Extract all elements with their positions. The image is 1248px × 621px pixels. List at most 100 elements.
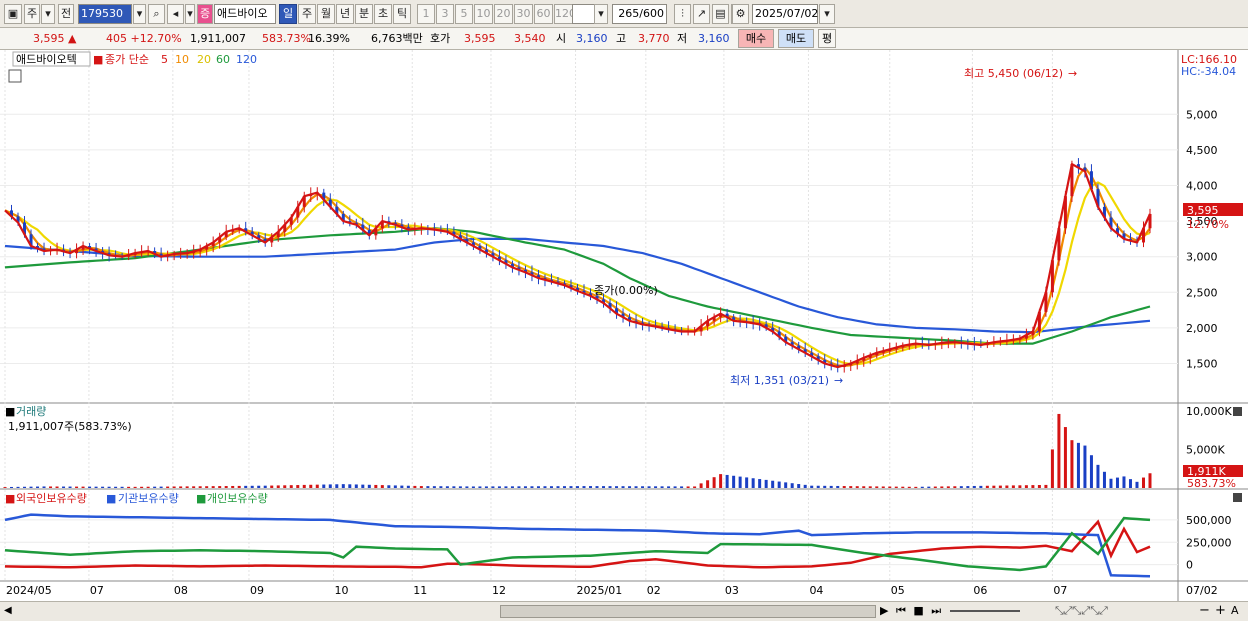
- date-input[interactable]: 2025/07/02: [752, 4, 818, 24]
- volume-bar: [706, 480, 710, 488]
- volume-bar: [888, 486, 892, 488]
- volume-bar: [289, 485, 293, 488]
- volume-bar: [1005, 485, 1009, 488]
- period-5[interactable]: 초: [374, 4, 392, 24]
- volume-bar: [263, 485, 267, 488]
- avg-button[interactable]: 평: [818, 29, 836, 48]
- period-3[interactable]: 년: [336, 4, 354, 24]
- auto-axis-icon[interactable]: A: [1231, 604, 1239, 617]
- chevron-down-icon[interactable]: ▾: [41, 4, 55, 24]
- volume-bar: [927, 486, 931, 488]
- code-dropdown-icon[interactable]: ▾: [133, 4, 146, 24]
- volume-bar: [660, 486, 664, 488]
- high-annotation: 최고 5,450 (06/12): [964, 67, 1063, 80]
- volume-bar: [777, 481, 781, 488]
- buy-button[interactable]: 매수: [738, 29, 774, 48]
- volume-bar: [517, 486, 521, 488]
- draw-icon[interactable]: ↗: [693, 4, 710, 24]
- volume-bar: [296, 485, 300, 488]
- volume-bar: [1018, 485, 1022, 488]
- zoom-slider[interactable]: [950, 610, 1020, 612]
- period-1[interactable]: 주: [298, 4, 316, 24]
- volume-bar: [432, 486, 436, 488]
- volume-bar: [1083, 445, 1087, 488]
- sound-icon[interactable]: ◂: [167, 4, 184, 24]
- search-icon[interactable]: ⌕: [148, 4, 165, 24]
- volume-bar: [784, 482, 788, 488]
- interval-1[interactable]: 1: [417, 4, 435, 24]
- volume-bar: [406, 485, 410, 488]
- scroll-thumb[interactable]: [500, 605, 876, 618]
- table-icon[interactable]: [8, 69, 22, 83]
- stock-code-input[interactable]: 179530: [78, 4, 132, 24]
- volume-bar: [1063, 427, 1067, 488]
- volume-bar: [712, 477, 716, 488]
- ma-period-20: 20: [197, 53, 211, 66]
- draw-tools-icon[interactable]: ⤡⤢⤡⤢⤡⤢: [1055, 604, 1108, 618]
- volume-close-icon[interactable]: [1233, 407, 1242, 416]
- scroll-left-icon[interactable]: ◀: [4, 605, 14, 618]
- price-change: 405 +12.70%: [106, 31, 182, 47]
- volume-bar: [764, 479, 768, 488]
- volume-bar: [1089, 455, 1093, 488]
- mid-annotation: 종가(0.00%): [594, 284, 658, 297]
- gear-icon[interactable]: ⚙: [732, 4, 749, 24]
- mode-selector[interactable]: 주: [24, 4, 40, 24]
- volume-bar: [1057, 413, 1061, 488]
- period-0[interactable]: 일: [279, 4, 297, 24]
- volume-bar: [140, 486, 144, 488]
- zoom-in-icon[interactable]: +: [1215, 603, 1226, 618]
- volume-bar: [504, 486, 508, 488]
- price-tick-label: 4,500: [1186, 144, 1218, 157]
- sell-button[interactable]: 매도: [778, 29, 814, 48]
- volume-bar: [380, 485, 384, 488]
- save-icon[interactable]: ▤: [712, 4, 729, 24]
- chart-type-icon[interactable]: ▣: [4, 4, 22, 24]
- volume-value: 1,911,007: [190, 32, 246, 45]
- count-field[interactable]: 265/600: [612, 4, 667, 24]
- volume-bar: [218, 486, 222, 488]
- interval-5[interactable]: 5: [455, 4, 473, 24]
- chart-area[interactable]: 5,0004,5004,0003,5003,0002,5002,0001,500…: [0, 50, 1248, 601]
- zoom-out-icon[interactable]: −: [1199, 603, 1210, 618]
- interval-60[interactable]: 60: [534, 4, 553, 24]
- sound-dropdown-icon[interactable]: ▾: [185, 4, 195, 24]
- mode2-selector[interactable]: 전: [58, 4, 74, 24]
- volume-bar: [458, 486, 462, 488]
- playback-icons[interactable]: ▶ ⏮ ■ ⏭: [880, 604, 943, 618]
- volume-bar: [569, 486, 573, 488]
- date-tick-label: 04: [809, 584, 823, 597]
- interval-30[interactable]: 30: [514, 4, 533, 24]
- interval-dropdown-icon[interactable]: ▾: [594, 4, 608, 24]
- interval-10[interactable]: 10: [474, 4, 493, 24]
- date-tick-label: 05: [891, 584, 905, 597]
- ma-period-60: 60: [216, 53, 230, 66]
- holding-close-icon[interactable]: [1233, 493, 1242, 502]
- volume-bar: [361, 484, 365, 488]
- bid-value: 3,595: [464, 32, 496, 45]
- holding-tick-label: 250,000: [1186, 536, 1232, 549]
- volume-bar: [881, 486, 885, 488]
- scrollbar[interactable]: ◀ ▶ ⏮ ■ ⏭ ⤡⤢⤡⤢⤡⤢ − + A: [0, 601, 1248, 621]
- period-2[interactable]: 월: [317, 4, 335, 24]
- volume-bar: [953, 486, 957, 488]
- volume-bar: [257, 485, 261, 488]
- interval-20[interactable]: 20: [494, 4, 513, 24]
- price-tag-text: 3,595: [1187, 204, 1219, 217]
- volume-bar: [244, 485, 248, 488]
- period-4[interactable]: 분: [355, 4, 373, 24]
- volume-bar: [894, 486, 898, 488]
- period-6[interactable]: 틱: [393, 4, 411, 24]
- volume-bar: [940, 486, 944, 488]
- interval-3[interactable]: 3: [436, 4, 454, 24]
- volume-bar: [868, 486, 872, 488]
- volume-bar: [972, 485, 976, 488]
- date-tick-label: 2024/05: [6, 584, 52, 597]
- volume-bar: [133, 486, 137, 488]
- volume-bar: [146, 486, 150, 488]
- date-tick-label: 11: [413, 584, 427, 597]
- candle-icon[interactable]: ⫶: [674, 4, 691, 24]
- calendar-dropdown-icon[interactable]: ▾: [819, 4, 835, 24]
- price-tick-label: 2,500: [1186, 286, 1218, 299]
- volume-bar: [608, 486, 612, 488]
